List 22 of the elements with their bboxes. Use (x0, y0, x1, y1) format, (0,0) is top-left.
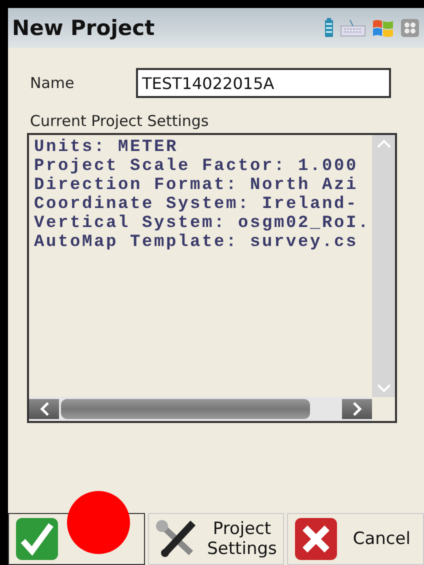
scrollbar-thumb[interactable] (61, 399, 310, 419)
cancel-button[interactable]: Cancel (287, 513, 424, 565)
horizontal-scrollbar[interactable] (29, 397, 372, 421)
scroll-up-icon[interactable] (376, 139, 390, 148)
settings-label: Current Project Settings (29, 112, 210, 130)
x-icon (294, 517, 338, 561)
scroll-down-icon[interactable] (376, 384, 390, 393)
vertical-scrollbar[interactable] (372, 135, 395, 397)
chevron-right-icon (352, 402, 362, 416)
settings-text: Units: METER Project Scale Factor: 1.000 Direction Format: North Azi Coordinate System: Ireland- Vertical System: osgm02_RoI. AutoMap Template: survey.cs (33, 137, 372, 254)
chevron-left-icon (40, 402, 48, 416)
battery-icon (324, 18, 334, 38)
scroll-right-button[interactable] (342, 399, 372, 419)
window-title: New Project (12, 16, 155, 40)
keyboard-icon (340, 19, 366, 37)
name-input-field[interactable]: TEST14022015A (136, 68, 391, 98)
checkmark-icon (15, 517, 59, 561)
name-label: Name (29, 74, 76, 92)
settings-text-box[interactable]: Units: METER Project Scale Factor: 1.000 Direction Format: North Azi Coordinate System: Ireland- Vertical System: osgm02_RoI. AutoMap Template: survey.cs (27, 133, 397, 423)
windows-flag-icon (372, 18, 394, 38)
scroll-left-button[interactable] (29, 399, 59, 419)
settings-button[interactable]: Project Settings (148, 513, 284, 565)
